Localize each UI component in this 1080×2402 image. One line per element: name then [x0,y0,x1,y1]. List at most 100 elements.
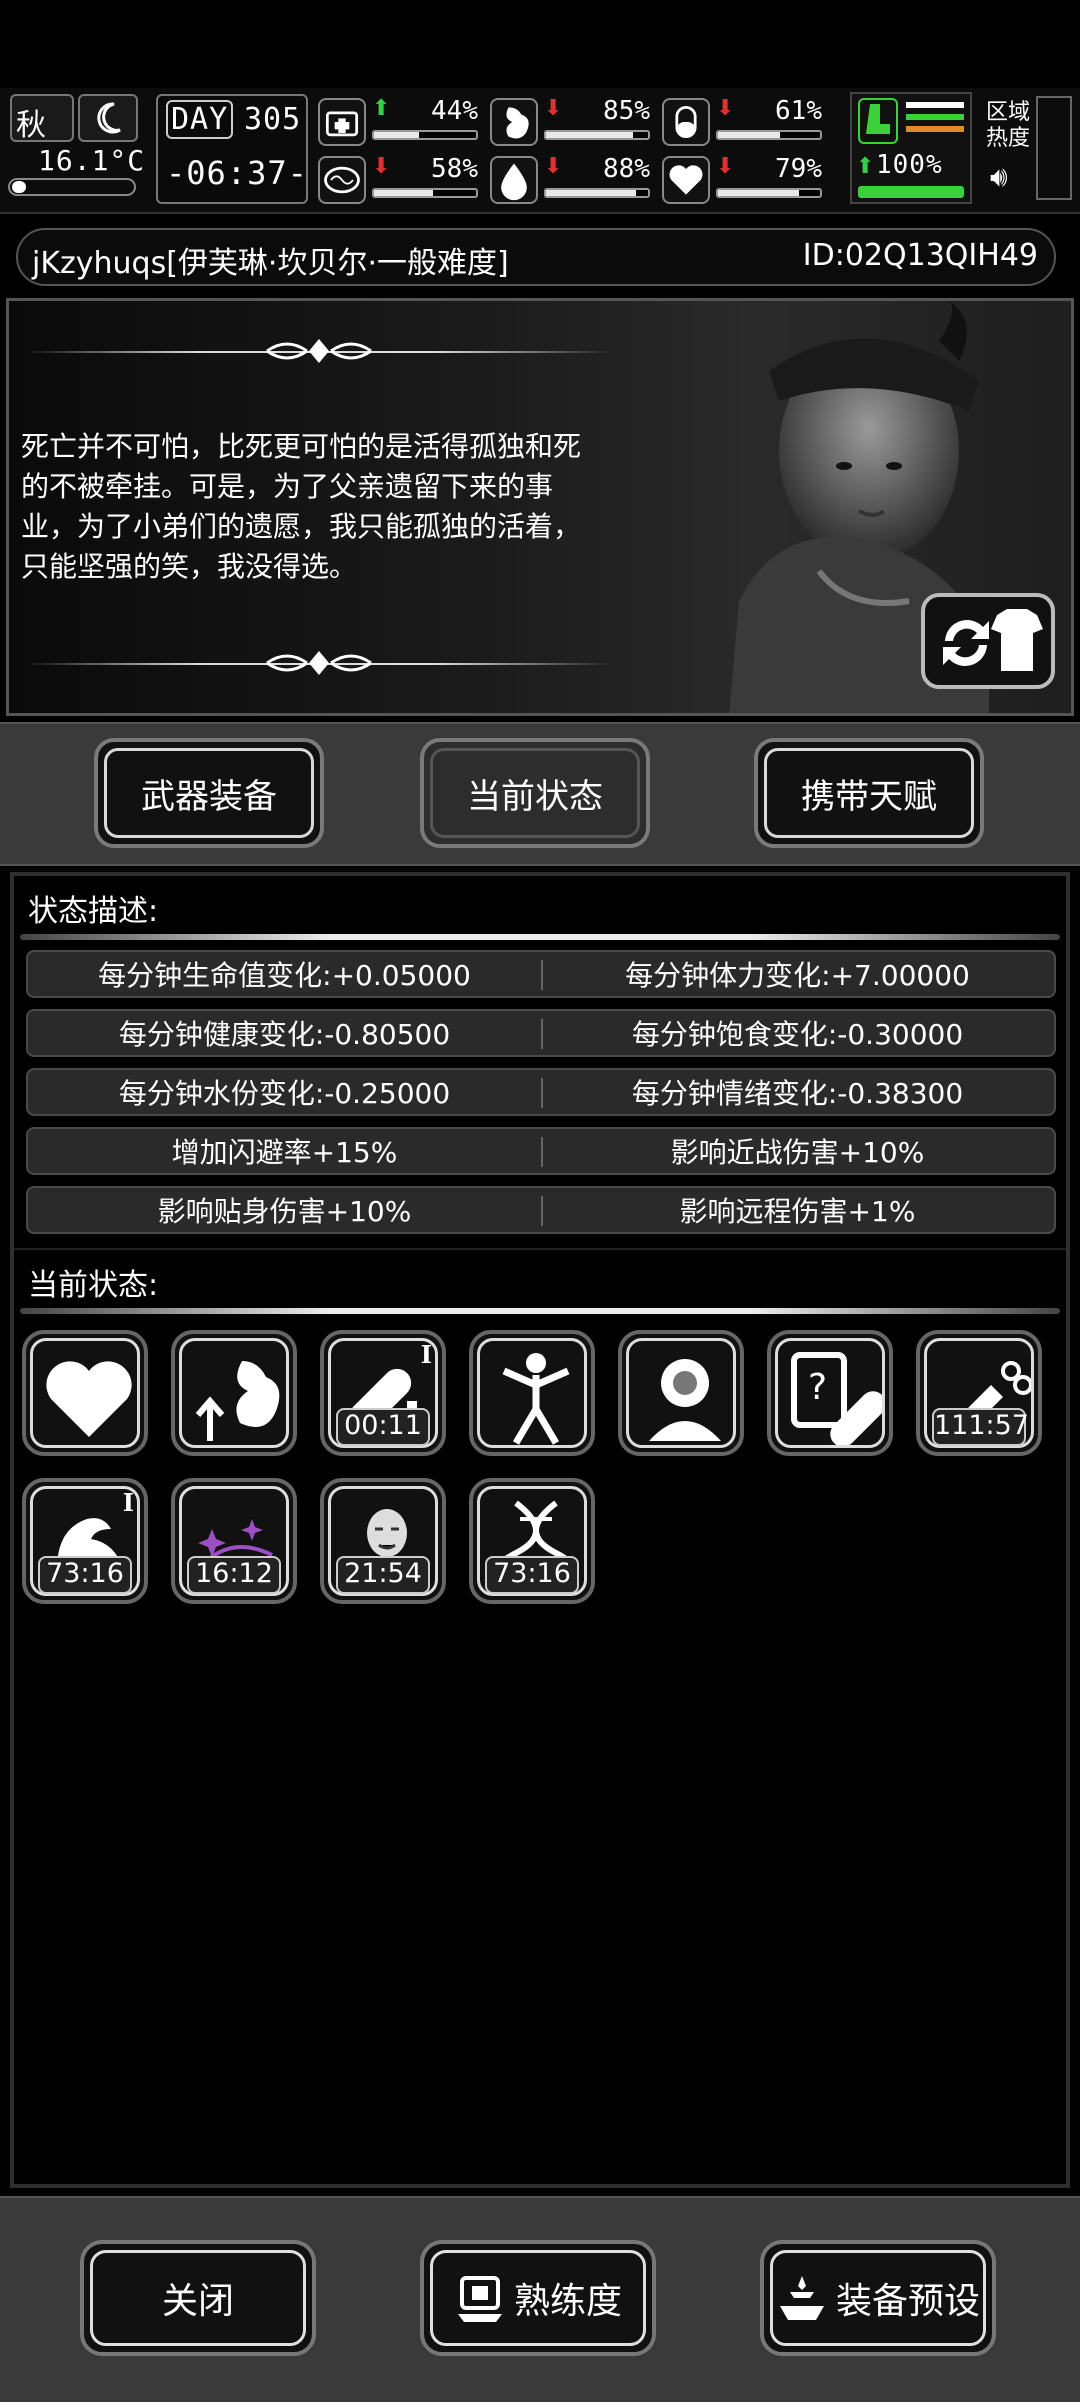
current-status-heading: 当前状态: [28,1268,159,1303]
status-effect-slot[interactable] [22,1330,148,1456]
proficiency-button[interactable]: 熟练度 [420,2240,656,2356]
equipment-preset-button-label: 装备预设 [835,2281,980,2322]
status-description-row: 每分钟生命值变化:+0.05000 每分钟体力变化:+7.00000 [26,950,1056,998]
character-quote: 死亡并不可怕，比死更可怕的是活得孤独和死的不被牵挂。可是，为了父亲遗留下来的事业… [21,430,582,583]
status-description-heading: 状态描述: [28,894,159,929]
close-button-label: 关闭 [161,2281,234,2322]
clipboard-pill-icon: ? [791,1352,882,1445]
ornament-icon [266,651,372,675]
status-effect-text: 每分钟情绪变化:-0.38300 [631,1077,964,1110]
status-effect-slot[interactable] [618,1330,744,1456]
status-content-panel: 状态描述: 每分钟生命值变化:+0.05000 每分钟体力变化:+7.00000 每… [10,872,1070,2188]
stamina-trend-arrow: ⬆ [856,154,875,179]
moon-icon [78,94,138,142]
status-effect-text: 每分钟体力变化:+7.00000 [625,959,970,992]
top-status-bar: 秋 16.1°C DAY 305 -06:37- ⬆ 44% ⬇ 85% ⬇ 61% ⬇ 58… [0,88,1080,214]
pill-icon [662,98,710,146]
bottom-action-bar: 关闭 熟练度 装备预设 [0,2196,1080,2402]
vital-stat-stomach: ⬇ 85% [490,96,654,148]
day-number: 305 [244,102,302,137]
season-label: 秋 [16,108,46,143]
status-level: I [122,1488,134,1517]
status-effect-text: 每分钟水份变化:-0.25000 [118,1077,451,1110]
status-effect-slot[interactable]: 21:54 [320,1478,446,1604]
status-timer: 73:16 [38,1556,132,1594]
status-effect-slot[interactable]: 73:16 [469,1478,595,1604]
equipment-preset-button[interactable]: 装备预设 [760,2240,996,2356]
status-description-row: 每分钟健康变化:-0.80500 每分钟饱食变化:-0.30000 [26,1009,1056,1057]
vital-stat-value: 85% [603,96,650,126]
status-effect-text: 影响近战伤害+10% [670,1136,925,1169]
region-heat-label: 区域热度 [986,100,1031,151]
status-timer: 00:11 [336,1408,430,1446]
stomach-arrow-icon [195,1361,280,1441]
section-divider [20,934,1060,940]
trophy-stand-icon [457,2276,502,2322]
thermometer-icon [8,178,136,196]
stomach-icon [490,98,538,146]
arrow-down-icon: ⬇ [544,96,563,121]
heart-icon [46,1361,132,1437]
season-badge: 秋 [10,94,74,143]
medkit-icon [318,98,366,146]
status-effect-text: 影响远程伤害+1% [679,1195,916,1228]
day-clock-panel: DAY 305 -06:37- [156,94,308,204]
outfit-swap-icon [943,609,1043,671]
tab-weapons-label: 武器装备 [104,748,314,838]
status-effect-slot[interactable]: ? [767,1330,893,1456]
arrow-down-icon: ⬇ [716,154,735,179]
arrow-down-icon: ⬇ [544,154,563,179]
tab-weapons[interactable]: 武器装备 [94,738,324,848]
status-effect-text: 增加闪避率+15% [171,1136,398,1169]
region-heat[interactable]: 区域热度 🔊︎ [980,92,1034,204]
arrow-down-icon: ⬇ [372,154,391,179]
status-timer: 111:57 [932,1408,1029,1446]
proficiency-button-label: 熟练度 [513,2281,622,2322]
day-label: DAY [166,100,234,139]
section-divider [20,1308,1060,1314]
heart-icon [662,156,710,204]
temperature-value: 16.1°C [38,144,146,177]
vital-stat-value: 58% [431,154,478,184]
svg-text:?: ? [808,1367,827,1408]
status-effect-text: 影响贴身伤害+10% [157,1195,412,1228]
close-button[interactable]: 关闭 [80,2240,316,2356]
status-effect-slot[interactable]: I 73:16 [22,1478,148,1604]
vital-stat-value: 79% [775,154,822,184]
stamina-panel: ⬆ 100% [850,92,972,204]
change-outfit-button[interactable] [921,593,1055,689]
vital-stat-bar [716,188,822,198]
tab-talents-label: 携带天赋 [764,748,974,838]
brain-icon [318,156,366,204]
status-effect-slot[interactable] [469,1330,595,1456]
status-effect-text: 每分钟生命值变化:+0.05000 [98,959,471,992]
head-brain-icon [649,1359,721,1441]
status-effect-slot[interactable]: I 00:11 [320,1330,446,1456]
tab-current-status[interactable]: 当前状态 [420,738,650,848]
stick-figure-icon [502,1353,570,1445]
character-story-panel: 死亡并不可怕，比死更可怕的是活得孤独和死的不被牵挂。可是，为了父亲遗留下来的事业… [6,298,1074,716]
status-level: I [420,1340,432,1369]
arrow-down-icon: ⬇ [716,96,735,121]
vital-stat-brain: ⬇ 58% [318,154,482,206]
temperature-gauge: 16.1°C [8,144,144,202]
character-id: ID:02Q13QIH49 [802,238,1038,273]
speaker-icon[interactable]: 🔊︎ [990,160,1008,194]
vital-stat-water-drop: ⬇ 88% [490,154,654,206]
status-effect-slot[interactable]: 16:12 [171,1478,297,1604]
vital-stat-bar [544,130,650,140]
status-effect-slot[interactable]: 111:57 [916,1330,1042,1456]
status-description-row: 每分钟水份变化:-0.25000 每分钟情绪变化:-0.38300 [26,1068,1056,1116]
status-effect-text: 每分钟健康变化:-0.80500 [118,1018,451,1051]
status-effect-text: 每分钟饱食变化:-0.30000 [631,1018,964,1051]
stamina-bar [858,186,964,198]
tab-bar: 武器装备 当前状态 携带天赋 [0,722,1080,866]
vital-stats: ⬆ 44% ⬇ 85% ⬇ 61% ⬇ 58% ⬇ 88% ⬇ 79% [318,96,848,208]
status-description-row: 影响贴身伤害+10% 影响远程伤害+1% [26,1186,1056,1234]
status-effect-slot[interactable] [171,1330,297,1456]
vital-stat-value: 88% [603,154,650,184]
tab-talents[interactable]: 携带天赋 [754,738,984,848]
vital-stat-bar [372,130,478,140]
vital-stat-heart: ⬇ 79% [662,154,826,206]
vital-stat-medkit: ⬆ 44% [318,96,482,148]
